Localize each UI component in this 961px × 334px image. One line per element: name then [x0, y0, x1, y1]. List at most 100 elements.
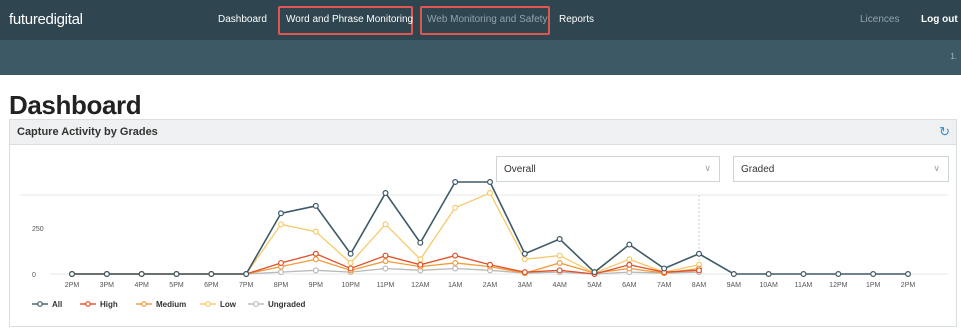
data-point-all — [591, 269, 598, 276]
data-point-all — [904, 271, 911, 278]
data-point-all — [626, 241, 633, 248]
data-point-medium — [382, 258, 389, 265]
data-point-all — [347, 250, 354, 257]
y-tick-label: 250 — [32, 226, 44, 233]
data-point-high — [521, 269, 528, 276]
data-point-low — [626, 256, 633, 263]
nav-web-monitoring-safety[interactable]: Web Monitoring and Safety — [427, 14, 547, 25]
data-point-ungraded — [312, 267, 319, 274]
x-tick-label: 7AM — [657, 282, 672, 289]
nav-reports[interactable]: Reports — [559, 14, 594, 25]
x-tick-label: 3AM — [518, 282, 533, 289]
data-point-low — [521, 256, 528, 263]
data-point-all — [382, 190, 389, 197]
legend-marker-all — [37, 301, 43, 307]
x-tick-label: 2PM — [901, 282, 916, 289]
data-point-low — [487, 190, 494, 197]
x-tick-label: 1AM — [448, 282, 463, 289]
data-point-all — [452, 178, 459, 185]
x-tick-label: 11PM — [377, 282, 395, 289]
data-point-ungraded — [452, 265, 459, 272]
top-navigation-bar: futuredigital Dashboard Word and Phrase … — [0, 0, 961, 40]
x-tick-label: 5PM — [169, 282, 184, 289]
data-point-all — [417, 239, 424, 246]
data-point-ungraded — [382, 265, 389, 272]
data-point-low — [452, 204, 459, 211]
x-tick-label: 11AM — [795, 282, 813, 289]
data-point-high — [626, 261, 633, 268]
legend-label-all: All — [52, 300, 62, 309]
x-tick-label: 4PM — [134, 282, 149, 289]
legend-label-medium: Medium — [156, 300, 186, 309]
data-point-all — [312, 202, 319, 209]
data-point-medium — [312, 256, 319, 263]
data-point-all — [695, 250, 702, 257]
legend-marker-high — [85, 301, 91, 307]
x-tick-label: 8PM — [274, 282, 289, 289]
data-point-all — [870, 271, 877, 278]
x-tick-label: 12PM — [829, 282, 847, 289]
data-point-high — [452, 252, 459, 259]
x-tick-label: 9PM — [309, 282, 324, 289]
capture-activity-panel: Capture Activity by Grades ↻ Overall ∨ G… — [9, 119, 957, 327]
data-point-low — [556, 252, 563, 259]
data-point-all — [730, 271, 737, 278]
x-tick-label: 2PM — [65, 282, 80, 289]
data-point-ungraded — [278, 269, 285, 276]
y-tick-label: 0 — [32, 272, 36, 279]
data-point-medium — [452, 259, 459, 266]
legend-label-high: High — [100, 300, 118, 309]
data-point-medium — [556, 259, 563, 266]
page-title: Dashboard — [9, 90, 142, 120]
x-tick-label: 8AM — [692, 282, 707, 289]
data-point-all — [765, 271, 772, 278]
data-point-high — [278, 259, 285, 266]
data-point-high — [487, 261, 494, 268]
legend-label-low: Low — [220, 300, 237, 309]
x-tick-label: 10AM — [760, 282, 778, 289]
data-point-high — [347, 265, 354, 272]
x-tick-label: 10PM — [342, 282, 360, 289]
x-tick-label: 1PM — [866, 282, 881, 289]
data-point-all — [208, 271, 215, 278]
nav-licences[interactable]: Licences — [860, 14, 899, 25]
subbar-text: 1. — [950, 52, 957, 61]
x-tick-label: 9AM — [727, 282, 742, 289]
legend-marker-low — [205, 301, 211, 307]
data-point-all — [103, 271, 110, 278]
logout-link[interactable]: Log out — [921, 14, 958, 25]
legend-marker-ungraded — [253, 301, 259, 307]
data-point-all — [278, 210, 285, 217]
data-point-all — [556, 236, 563, 243]
x-tick-label: 4AM — [552, 282, 567, 289]
data-point-all — [800, 271, 807, 278]
data-point-all — [138, 271, 145, 278]
data-point-all — [173, 271, 180, 278]
data-point-all — [487, 178, 494, 185]
x-tick-label: 6AM — [622, 282, 637, 289]
data-point-low — [382, 221, 389, 228]
data-point-high — [695, 267, 702, 274]
data-point-high — [382, 252, 389, 259]
app-logo[interactable]: futuredigital — [9, 11, 83, 28]
data-point-low — [278, 221, 285, 228]
data-point-high — [417, 261, 424, 268]
x-tick-label: 5AM — [587, 282, 602, 289]
data-point-low — [417, 256, 424, 263]
data-point-high — [556, 267, 563, 274]
data-point-all — [661, 265, 668, 272]
capture-activity-chart: 0 250 2PM 3PM 4PM 5PM 6PM 7PM 8PM 9PM 10PM 11PM 12AM… — [20, 178, 948, 309]
data-point-all — [521, 250, 528, 257]
x-tick-label: 6PM — [204, 282, 219, 289]
data-point-all — [243, 271, 250, 278]
data-point-high — [312, 250, 319, 257]
x-tick-label: 12AM — [411, 282, 429, 289]
nav-dashboard[interactable]: Dashboard — [218, 14, 267, 25]
x-tick-label: 2AM — [483, 282, 498, 289]
x-tick-label: 7PM — [239, 282, 254, 289]
data-point-low — [312, 228, 319, 235]
nav-word-phrase-monitoring[interactable]: Word and Phrase Monitoring — [286, 14, 413, 25]
legend-label-ungraded: Ungraded — [268, 300, 305, 309]
data-point-low — [347, 259, 354, 266]
data-point-all — [835, 271, 842, 278]
